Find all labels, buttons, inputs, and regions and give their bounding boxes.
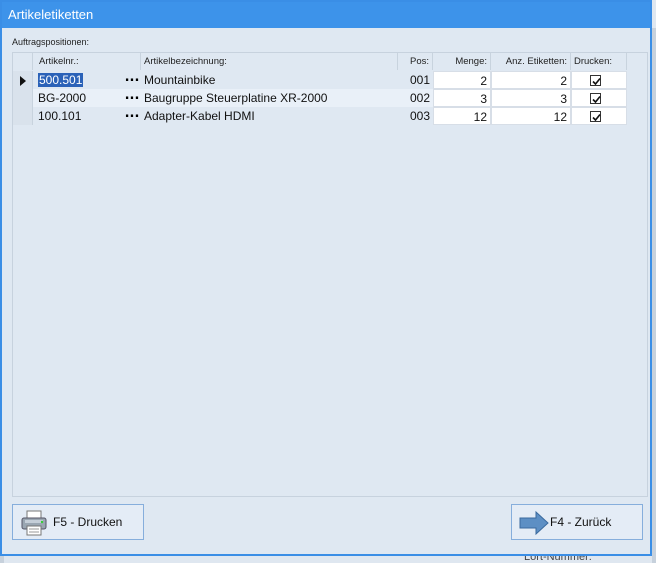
artikelnr-value: BG-2000: [38, 91, 87, 105]
menge-cell[interactable]: 3: [433, 89, 491, 107]
drucken-checkbox[interactable]: [590, 75, 601, 86]
arrow-right-icon: [518, 510, 550, 539]
menge-cell[interactable]: 2: [433, 71, 491, 89]
row-selector[interactable]: [13, 89, 33, 107]
group-label: Auftragspositionen:: [12, 37, 90, 47]
window-title: Artikeletiketten: [2, 2, 650, 28]
current-row-arrow-icon: [20, 76, 26, 86]
row-selector[interactable]: [13, 71, 33, 89]
column-header-artikelnr[interactable]: Artikelnr.:: [33, 53, 141, 70]
lookup-button[interactable]: ...: [123, 89, 141, 107]
bezeichnung-cell[interactable]: Baugruppe Steuerplatine XR-2000: [141, 89, 398, 107]
table-row[interactable]: BG-2000... Baugruppe Steuerplatine XR-200…: [13, 89, 627, 107]
artikelnr-cell[interactable]: BG-2000: [35, 89, 123, 107]
lookup-button[interactable]: ...: [123, 71, 141, 89]
column-header-menge[interactable]: Menge:: [433, 53, 491, 70]
pos-cell[interactable]: 001: [398, 71, 433, 89]
back-button[interactable]: F4 - Zurück: [511, 504, 643, 540]
artikelnr-value: 100.101: [38, 109, 82, 123]
column-header-pos[interactable]: Pos:: [398, 53, 433, 70]
bezeichnung-cell[interactable]: Adapter-Kabel HDMI: [141, 107, 398, 125]
pos-cell[interactable]: 002: [398, 89, 433, 107]
column-header-etiketten[interactable]: Anz. Etiketten:: [491, 53, 571, 70]
drucken-cell[interactable]: [571, 89, 627, 107]
artikelnr-value: 500.501: [38, 73, 84, 87]
table-row[interactable]: 500.501... Mountainbike 001 2 2: [13, 71, 627, 89]
dialog-window: Artikeletiketten Auftragspositionen: Art…: [0, 0, 652, 556]
pos-cell[interactable]: 003: [398, 107, 433, 125]
back-button-label: F4 - Zurück: [550, 515, 612, 529]
checkmark-icon: [592, 113, 601, 122]
artikelnr-cell[interactable]: 500.501: [35, 71, 123, 89]
lookup-button[interactable]: ...: [123, 107, 141, 125]
bezeichnung-cell[interactable]: Mountainbike: [141, 71, 398, 89]
drucken-cell[interactable]: [571, 71, 627, 89]
background-window-edge-right: [652, 28, 656, 563]
column-header-drucken[interactable]: Drucken:: [571, 53, 627, 70]
row-selector-header: [13, 53, 33, 70]
checkmark-icon: [592, 95, 601, 104]
table-row[interactable]: 100.101... Adapter-Kabel HDMI 003 12 12: [13, 107, 627, 125]
row-selector[interactable]: [13, 107, 33, 125]
drucken-checkbox[interactable]: [590, 93, 601, 104]
column-header-bezeichnung[interactable]: Artikelbezeichnung:: [141, 53, 398, 70]
etiketten-cell[interactable]: 2: [491, 71, 571, 89]
printer-icon: [19, 509, 49, 540]
print-button-label: F5 - Drucken: [53, 515, 123, 529]
positions-grid: Artikelnr.: Artikelbezeichnung: Pos: Men…: [12, 52, 648, 497]
drucken-checkbox[interactable]: [590, 111, 601, 122]
menge-cell[interactable]: 12: [433, 107, 491, 125]
checkmark-icon: [592, 77, 601, 86]
drucken-cell[interactable]: [571, 107, 627, 125]
print-button[interactable]: F5 - Drucken: [12, 504, 144, 540]
artikelnr-cell[interactable]: 100.101: [35, 107, 123, 125]
etiketten-cell[interactable]: 3: [491, 89, 571, 107]
etiketten-cell[interactable]: 12: [491, 107, 571, 125]
